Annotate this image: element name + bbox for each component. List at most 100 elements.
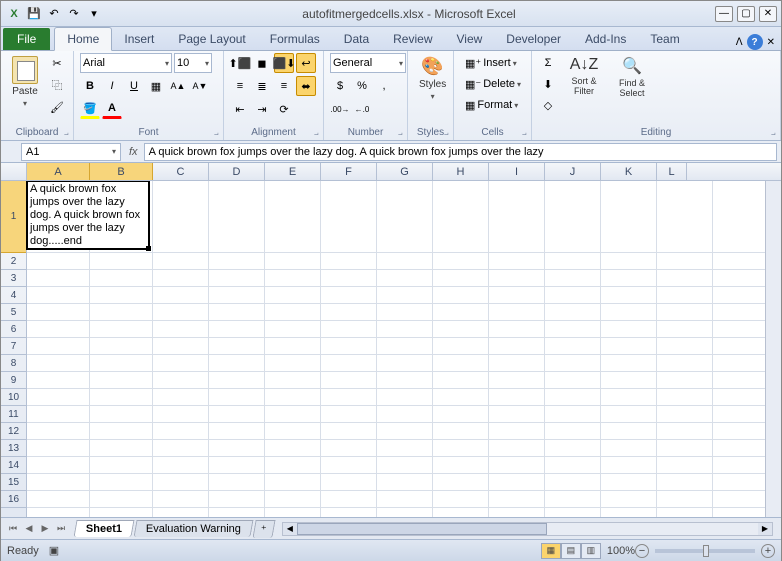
- row-header-11[interactable]: 11: [1, 406, 26, 423]
- fill-button[interactable]: ⬇: [538, 74, 558, 94]
- row-header-8[interactable]: 8: [1, 355, 26, 372]
- comma-button[interactable]: ,: [374, 76, 394, 96]
- sheet-nav-next[interactable]: ▶: [37, 523, 53, 534]
- tab-addins[interactable]: Add-Ins: [573, 28, 638, 50]
- underline-button[interactable]: U: [124, 76, 144, 96]
- insert-cells-button[interactable]: ▦⁺Insert▾: [460, 53, 522, 73]
- cell-a1[interactable]: A quick brown fox jumps over the lazy do…: [26, 181, 150, 250]
- row-header-2[interactable]: 2: [1, 253, 26, 270]
- align-top-button[interactable]: ⬆⬛: [230, 53, 250, 73]
- percent-button[interactable]: %: [352, 76, 372, 96]
- hscroll-right-icon[interactable]: ▶: [758, 523, 772, 535]
- select-all-corner[interactable]: [1, 163, 27, 180]
- hscroll-thumb[interactable]: [297, 523, 547, 535]
- zoom-out-button[interactable]: −: [635, 544, 649, 558]
- fill-color-button[interactable]: 🪣: [80, 99, 100, 119]
- paste-button[interactable]: Paste ▾: [7, 53, 43, 111]
- sheet-tab-new[interactable]: ⁺: [252, 520, 275, 538]
- delete-cells-button[interactable]: ▦⁻Delete▾: [460, 74, 526, 94]
- decrease-font-icon[interactable]: A▼: [190, 76, 210, 96]
- col-header-j[interactable]: J: [545, 163, 601, 180]
- row-header-12[interactable]: 12: [1, 423, 26, 440]
- sheet-tab-sheet1[interactable]: Sheet1: [74, 520, 135, 537]
- tab-review[interactable]: Review: [381, 28, 444, 50]
- increase-font-icon[interactable]: A▲: [168, 76, 188, 96]
- format-cells-button[interactable]: ▦Format▾: [460, 95, 523, 115]
- fx-icon[interactable]: fx: [123, 146, 144, 158]
- row-header-10[interactable]: 10: [1, 389, 26, 406]
- increase-decimal-button[interactable]: .00→: [330, 99, 350, 119]
- styles-button[interactable]: 🎨 Styles ▾: [414, 53, 451, 104]
- minimize-button[interactable]: —: [715, 6, 733, 22]
- increase-indent-button[interactable]: ⇥: [252, 99, 272, 119]
- align-left-button[interactable]: ≡: [230, 76, 250, 96]
- format-painter-button[interactable]: 🖌: [47, 97, 67, 117]
- col-header-i[interactable]: I: [489, 163, 545, 180]
- sheet-nav-last[interactable]: ⏭: [53, 523, 69, 534]
- currency-button[interactable]: $: [330, 76, 350, 96]
- row-header-4[interactable]: 4: [1, 287, 26, 304]
- decrease-decimal-button[interactable]: ←.0: [352, 99, 372, 119]
- redo-button[interactable]: ↷: [65, 5, 83, 23]
- cells-area[interactable]: A quick brown fox jumps over the lazy do…: [27, 181, 781, 517]
- col-header-c[interactable]: C: [153, 163, 209, 180]
- horizontal-scrollbar[interactable]: ◀ ▶: [282, 522, 773, 536]
- col-header-f[interactable]: F: [321, 163, 377, 180]
- decrease-indent-button[interactable]: ⇤: [230, 99, 250, 119]
- tab-developer[interactable]: Developer: [494, 28, 573, 50]
- tab-file[interactable]: File: [3, 28, 50, 50]
- sheet-nav-first[interactable]: ⏮: [5, 523, 21, 534]
- row-header-7[interactable]: 7: [1, 338, 26, 355]
- orientation-button[interactable]: ⟳: [274, 99, 294, 119]
- col-header-d[interactable]: D: [209, 163, 265, 180]
- merge-center-button[interactable]: ⬌: [296, 76, 316, 96]
- tab-home[interactable]: Home: [54, 27, 112, 51]
- col-header-a[interactable]: A: [27, 163, 90, 180]
- hscroll-left-icon[interactable]: ◀: [283, 523, 297, 535]
- sheet-tab-evaluation[interactable]: Evaluation Warning: [134, 520, 254, 537]
- col-header-l[interactable]: L: [657, 163, 687, 180]
- font-size-combo[interactable]: 10▾: [174, 53, 212, 73]
- align-bottom-button[interactable]: ⬛⬇: [274, 53, 294, 73]
- col-header-b[interactable]: B: [90, 163, 153, 180]
- row-header-6[interactable]: 6: [1, 321, 26, 338]
- bold-button[interactable]: B: [80, 76, 100, 96]
- row-header-14[interactable]: 14: [1, 457, 26, 474]
- vertical-scrollbar[interactable]: [765, 181, 781, 517]
- view-layout-button[interactable]: ▤: [561, 543, 581, 559]
- row-header-9[interactable]: 9: [1, 372, 26, 389]
- excel-icon[interactable]: X: [5, 5, 23, 23]
- tab-insert[interactable]: Insert: [112, 28, 166, 50]
- help-icon[interactable]: ?: [747, 34, 763, 50]
- tab-view[interactable]: View: [445, 28, 495, 50]
- cut-button[interactable]: ✂: [47, 53, 67, 73]
- tab-formulas[interactable]: Formulas: [258, 28, 332, 50]
- view-pagebreak-button[interactable]: ▥: [581, 543, 601, 559]
- view-normal-button[interactable]: ▦: [541, 543, 561, 559]
- col-header-e[interactable]: E: [265, 163, 321, 180]
- row-header-5[interactable]: 5: [1, 304, 26, 321]
- border-button[interactable]: ▦: [146, 76, 166, 96]
- zoom-level[interactable]: 100%: [607, 545, 635, 557]
- align-right-button[interactable]: ≡: [274, 76, 294, 96]
- autosum-button[interactable]: Σ: [538, 53, 558, 73]
- row-header-16[interactable]: 16: [1, 491, 26, 508]
- minimize-ribbon-icon[interactable]: ᐱ: [736, 37, 743, 48]
- formula-input[interactable]: A quick brown fox jumps over the lazy do…: [144, 143, 777, 161]
- col-header-g[interactable]: G: [377, 163, 433, 180]
- font-family-combo[interactable]: Arial▾: [80, 53, 172, 73]
- sheet-nav-prev[interactable]: ◀: [21, 523, 37, 534]
- tab-team[interactable]: Team: [638, 28, 691, 50]
- copy-button[interactable]: ⿻: [47, 75, 67, 95]
- maximize-button[interactable]: ▢: [737, 6, 755, 22]
- clear-button[interactable]: ◇: [538, 95, 558, 115]
- sort-filter-button[interactable]: A↓Z Sort & Filter: [562, 53, 606, 99]
- font-color-button[interactable]: A: [102, 99, 122, 119]
- row-header-13[interactable]: 13: [1, 440, 26, 457]
- wrap-text-button[interactable]: ↩: [296, 53, 316, 73]
- row-header-1[interactable]: 1: [1, 181, 26, 253]
- tab-data[interactable]: Data: [332, 28, 381, 50]
- number-format-combo[interactable]: General▾: [330, 53, 406, 73]
- find-select-button[interactable]: 🔍 Find & Select: [610, 53, 654, 101]
- name-box[interactable]: A1▾: [21, 143, 121, 161]
